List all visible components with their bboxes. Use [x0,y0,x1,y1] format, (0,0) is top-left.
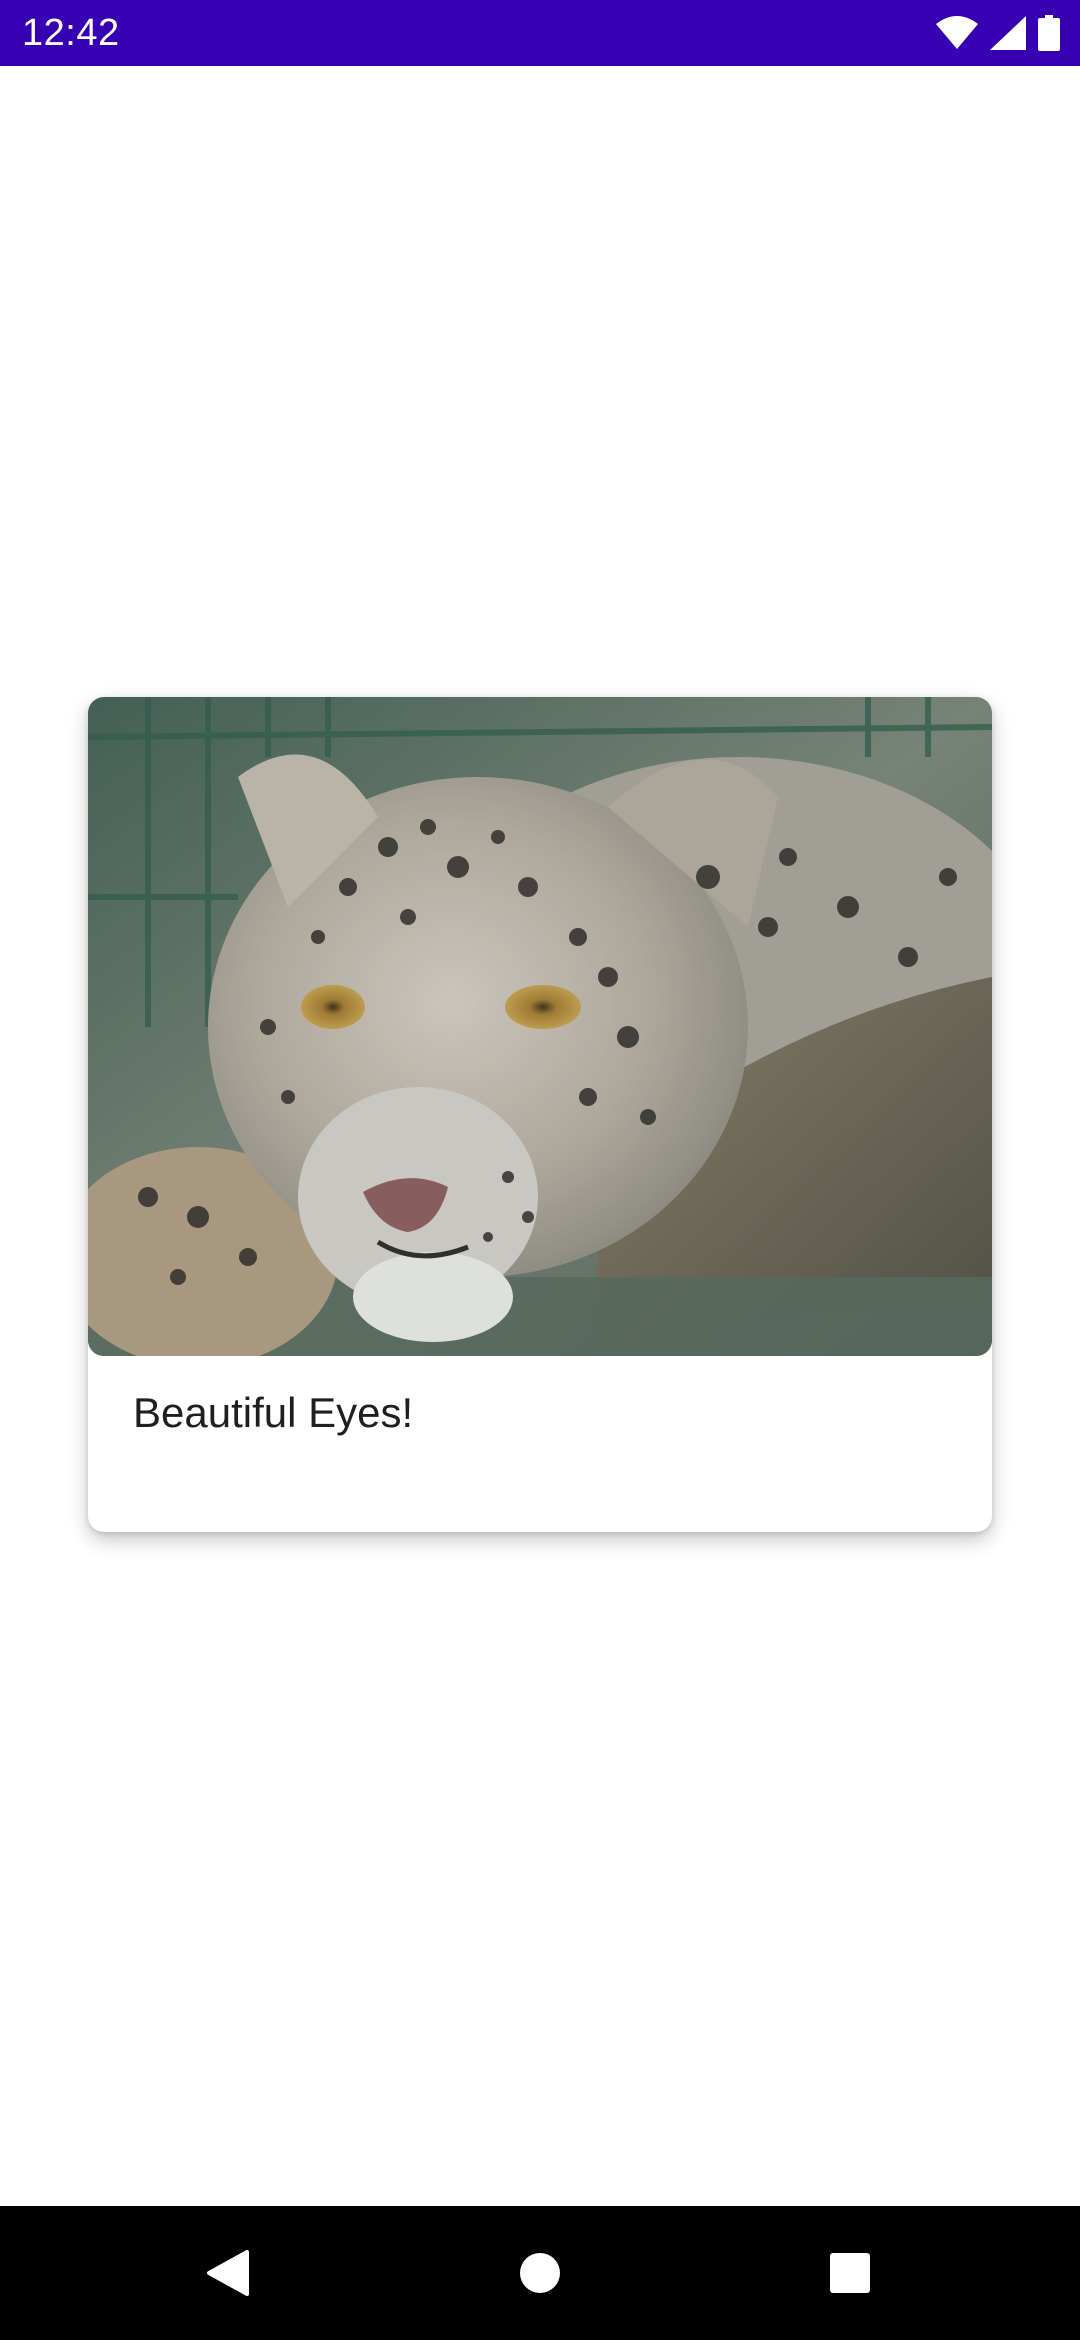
image-card[interactable]: Beautiful Eyes! [88,697,992,1532]
back-button[interactable] [157,2206,297,2340]
snow-leopard-image [88,697,992,1356]
signal-icon [990,16,1026,50]
navigation-bar [0,2206,1080,2340]
back-icon [207,2250,249,2296]
recents-icon [830,2253,870,2293]
status-icons [936,14,1060,52]
status-time: 12:42 [22,12,120,54]
battery-icon [1038,15,1060,51]
card-caption: Beautiful Eyes! [133,1389,414,1436]
recents-button[interactable] [780,2206,920,2340]
wifi-icon [936,16,978,50]
status-bar: 12:42 [0,0,1080,66]
home-button[interactable] [470,2206,610,2340]
home-icon [520,2253,560,2293]
